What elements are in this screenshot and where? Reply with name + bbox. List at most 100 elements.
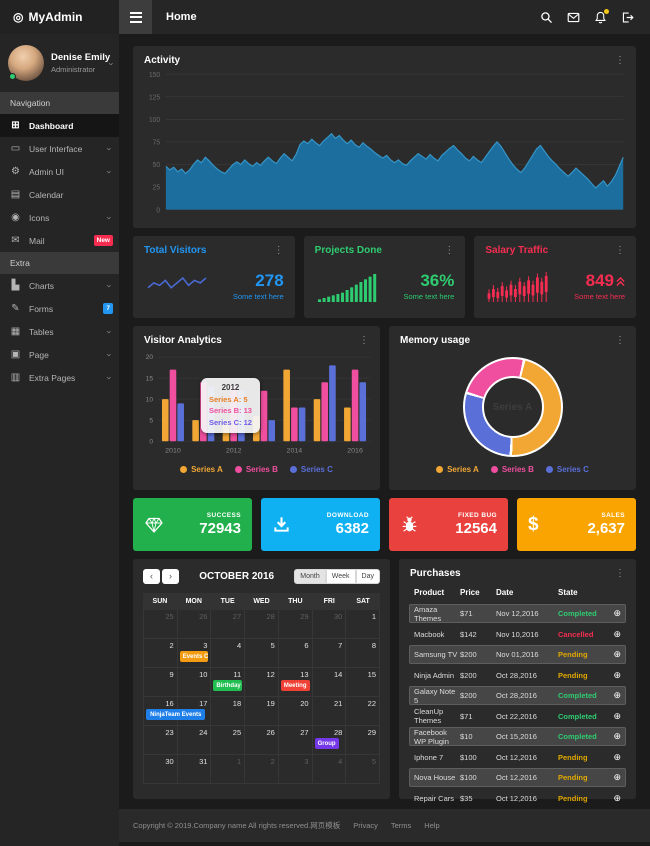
table-row[interactable]: CleanUp Themes$71Oct 22,2016Completed⊕ [409,707,626,726]
table-row[interactable]: Samsung TV$200Nov 01,2016Pending⊕ [409,645,626,664]
memory-donut-chart[interactable]: Series A [389,350,636,464]
calendar-event[interactable]: Meeting [281,680,310,691]
table-row[interactable]: Nova House$100Oct 12,2016Pending⊕ [409,768,626,787]
calendar-day-cell[interactable]: 10 [178,668,212,697]
calendar-day-cell[interactable]: 19 [245,697,279,726]
legend-item[interactable]: Series C [546,465,589,474]
calendar-day-cell[interactable]: 29 [279,610,313,639]
kebab-menu-icon[interactable]: ⋮ [615,569,625,579]
calendar-day-cell[interactable]: 5 [346,755,380,784]
sidebar-item-forms[interactable]: ✎Forms7 [0,297,119,320]
kebab-menu-icon[interactable]: ⋮ [615,336,625,346]
sales-stat-card[interactable]: $ SALES 2,637 [517,498,636,551]
calendar-day-cell[interactable]: 18 [211,697,245,726]
calendar-day-cell[interactable]: 12 [245,668,279,697]
legend-item[interactable]: Series B [235,465,278,474]
fixed-bug-stat-card[interactable]: FIXED BUG 12564 [389,498,508,551]
calendar-day-cell[interactable]: 27 [279,726,313,755]
calendar-day-cell[interactable]: 24 [178,726,212,755]
table-row[interactable]: Amaza Themes$71Nov 12,2016Completed⊕ [409,604,626,623]
hamburger-menu-button[interactable] [119,0,152,34]
calendar-next-button[interactable]: › [162,569,179,584]
kebab-menu-icon[interactable]: ⋮ [615,246,625,256]
download-stat-card[interactable]: DOWNLOAD 6382 [261,498,380,551]
calendar-day-cell[interactable]: 28Group [313,726,347,755]
table-row[interactable]: Ninja Admin$200Oct 28,2016Pending⊕ [409,666,626,685]
calendar-view-day[interactable]: Day [356,569,380,584]
calendar-event[interactable]: NinjaTeam Events [146,709,205,720]
calendar-day-cell[interactable]: 5 [245,639,279,668]
logout-icon[interactable] [621,11,634,24]
sidebar-item-admin-ui[interactable]: ⚙Admin UI› [0,160,119,183]
sidebar-item-charts[interactable]: ▙Charts› [0,274,119,297]
calendar-day-cell[interactable]: 26 [245,726,279,755]
table-row[interactable]: Repair Cars$35Oct 12,2016Pending⊕ [409,789,626,808]
footer-link-help[interactable]: Help [424,821,439,830]
calendar-day-cell[interactable]: 21 [313,697,347,726]
expand-row-icon[interactable]: ⊕ [608,711,621,722]
calendar-day-cell[interactable]: 30 [313,610,347,639]
expand-row-icon[interactable]: ⊕ [608,690,621,701]
calendar-day-cell[interactable]: 27 [211,610,245,639]
user-panel[interactable]: Denise Emily Administrator › [0,34,119,92]
calendar-day-cell[interactable]: 23 [144,726,178,755]
calendar-day-cell[interactable]: 26 [178,610,212,639]
mail-icon[interactable] [567,11,580,24]
table-row[interactable]: Galaxy Note 5$200Oct 28,2016Completed⊕ [409,686,626,705]
calendar-prev-button[interactable]: ‹ [143,569,160,584]
calendar-day-cell[interactable]: 20 [279,697,313,726]
expand-row-icon[interactable]: ⊕ [608,752,621,763]
legend-item[interactable]: Series A [436,465,479,474]
expand-row-icon[interactable]: ⊕ [608,629,621,640]
table-row[interactable]: Facebook WP Plugin$10Oct 15,2016Complete… [409,727,626,746]
sidebar-item-page[interactable]: ▣Page› [0,343,119,366]
calendar-day-cell[interactable]: 15 [346,668,380,697]
bell-icon[interactable] [594,11,607,24]
calendar-day-cell[interactable]: 4 [313,755,347,784]
expand-row-icon[interactable]: ⊕ [608,670,621,681]
calendar-day-cell[interactable]: 16NinjaTeam Events [144,697,178,726]
calendar-day-cell[interactable]: 1 [211,755,245,784]
calendar-day-cell[interactable]: 9 [144,668,178,697]
calendar-day-cell[interactable]: 2 [245,755,279,784]
expand-row-icon[interactable]: ⊕ [608,793,621,804]
footer-link-privacy[interactable]: Privacy [353,821,378,830]
sidebar-item-dashboard[interactable]: ⊞Dashboard [0,114,119,137]
calendar-day-cell[interactable]: 31 [178,755,212,784]
calendar-day-cell[interactable]: 6 [279,639,313,668]
calendar-view-month[interactable]: Month [294,569,325,584]
kebab-menu-icon[interactable]: ⋮ [274,246,284,256]
expand-row-icon[interactable]: ⊕ [608,649,621,660]
footer-link-terms[interactable]: Terms [391,821,411,830]
calendar-day-cell[interactable]: 7 [313,639,347,668]
search-icon[interactable] [540,11,553,24]
table-row[interactable]: Macbook$142Nov 10,2016Cancelled⊕ [409,625,626,644]
calendar-day-cell[interactable]: 22 [346,697,380,726]
expand-row-icon[interactable]: ⊕ [608,731,621,742]
sidebar-item-extra-pages[interactable]: ▥Extra Pages› [0,366,119,389]
sidebar-item-tables[interactable]: ▦Tables› [0,320,119,343]
kebab-menu-icon[interactable]: ⋮ [444,246,454,256]
kebab-menu-icon[interactable]: ⋮ [359,336,369,346]
calendar-day-cell[interactable]: 1 [346,610,380,639]
calendar-day-cell[interactable]: 13Meeting [279,668,313,697]
calendar-day-cell[interactable]: 28 [245,610,279,639]
calendar-day-cell[interactable]: 14 [313,668,347,697]
calendar-day-cell[interactable]: 11Birthday [211,668,245,697]
success-stat-card[interactable]: SUCCESS 72943 [133,498,252,551]
calendar-day-cell[interactable]: 30 [144,755,178,784]
table-row[interactable]: Iphone 7$100Oct 12,2016Pending⊕ [409,748,626,767]
activity-area-chart[interactable]: 1501251007550250 [141,70,628,218]
expand-row-icon[interactable]: ⊕ [608,608,621,619]
legend-item[interactable]: Series B [491,465,534,474]
calendar-day-cell[interactable]: 25 [211,726,245,755]
expand-row-icon[interactable]: ⊕ [608,772,621,783]
calendar-day-cell[interactable]: 29 [346,726,380,755]
sidebar-item-icons[interactable]: ◉Icons› [0,206,119,229]
sidebar-item-user-interface[interactable]: ▭User Interface› [0,137,119,160]
calendar-view-week[interactable]: Week [326,569,356,584]
calendar-day-cell[interactable]: 3 [279,755,313,784]
calendar-event[interactable]: Birthday [213,680,242,691]
legend-item[interactable]: Series C [290,465,333,474]
calendar-day-cell[interactable]: 8 [346,639,380,668]
